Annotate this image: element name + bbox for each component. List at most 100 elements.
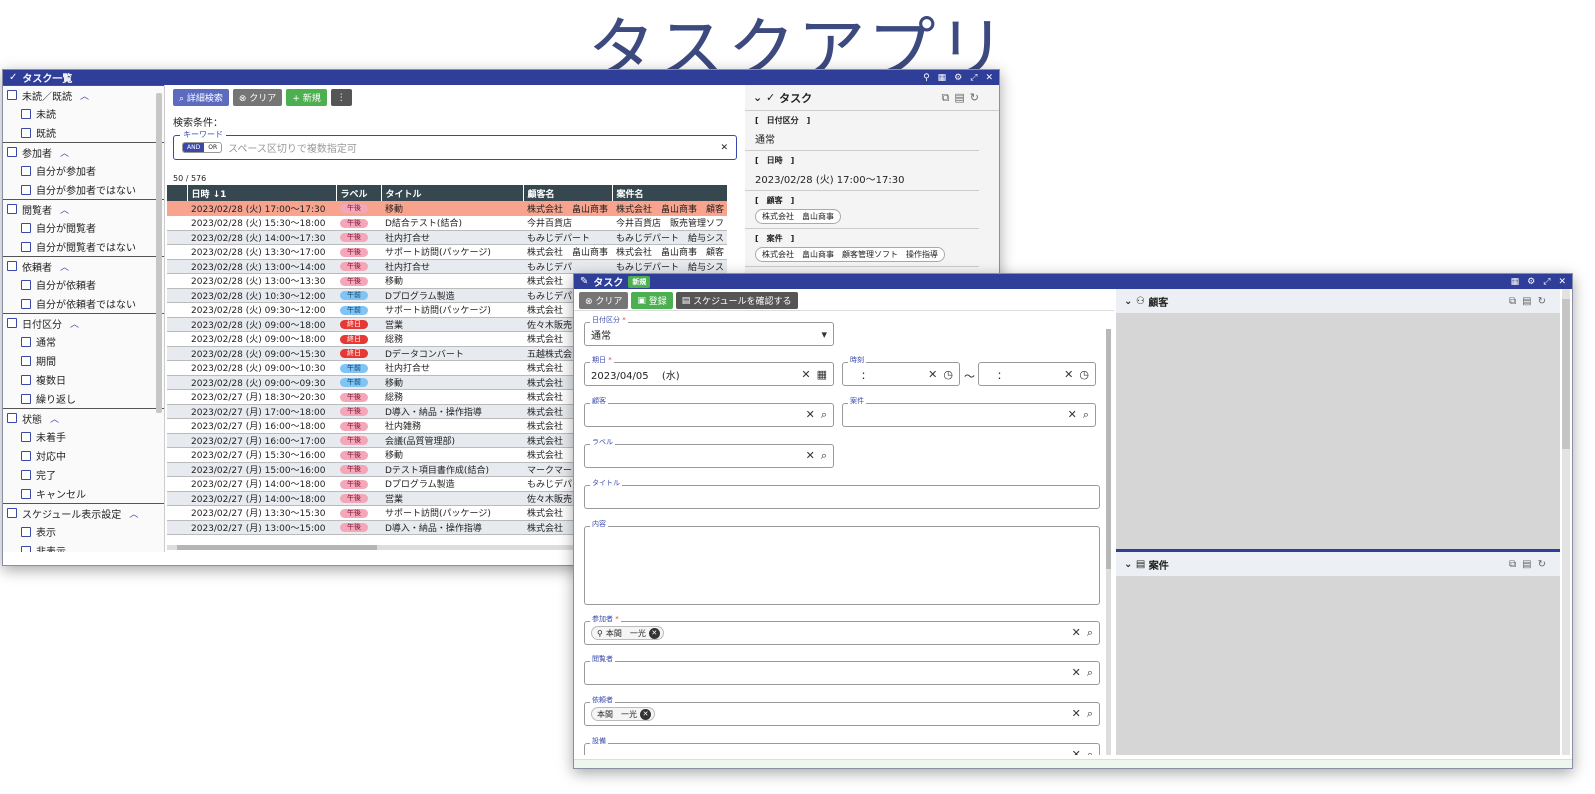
clear-icon[interactable]: ✕ xyxy=(928,368,937,381)
maximize-icon[interactable]: ⤢ xyxy=(1543,277,1550,287)
row-select-cell[interactable] xyxy=(167,215,187,231)
chevron-down-icon[interactable]: ⌄ ⚇ xyxy=(1124,296,1148,307)
participant-chip[interactable]: ⚲ 本間 一光 ✕ xyxy=(591,626,664,640)
filter-item[interactable]: 自分が参加者 xyxy=(3,161,164,180)
filter-item[interactable]: 繰り返し xyxy=(3,389,164,408)
row-select-cell[interactable] xyxy=(167,346,187,361)
filter-item[interactable]: 自分が依頼者 xyxy=(3,275,164,294)
chevron-up-icon[interactable]: ︿ xyxy=(60,260,69,273)
table-row[interactable]: 2023/02/28 (火) 13:00～14:00 午後 社内打合せ もみじデパ もみ… xyxy=(167,259,727,274)
search-icon[interactable]: ⌕ xyxy=(1087,666,1093,680)
sidebar-scrollbar[interactable] xyxy=(156,93,162,413)
search-person-icon[interactable]: ⚲ xyxy=(923,73,930,83)
checkbox[interactable] xyxy=(21,279,31,290)
remove-chip-icon[interactable]: ✕ xyxy=(640,708,651,720)
requester-field[interactable]: 依頼者 本間 一光 ✕ ✕ ⌕ xyxy=(584,695,1100,726)
open-external-icon[interactable]: ⧉ xyxy=(942,91,950,105)
checkbox[interactable] xyxy=(21,545,31,552)
row-select-cell[interactable] xyxy=(167,331,187,347)
checkbox[interactable] xyxy=(7,261,17,271)
checkbox[interactable] xyxy=(21,431,31,442)
content-field[interactable]: 内容 xyxy=(584,519,1100,605)
filter-item[interactable]: 表示 xyxy=(3,522,164,541)
filter-group[interactable]: 依頼者 ︿ xyxy=(3,256,164,275)
checkbox[interactable] xyxy=(21,469,31,480)
comment-icon[interactable]: ▤ xyxy=(1522,296,1531,307)
table-row[interactable]: 2023/02/28 (火) 15:30～18:00 午後 D結合テスト(結合) 今井… xyxy=(167,215,727,231)
equipment-field[interactable]: 設備 ✕ ⌕ xyxy=(584,736,1100,755)
table-row[interactable]: 2023/02/28 (火) 17:00～17:30 午後 移動 株式会社 畠山商事株… xyxy=(167,201,727,216)
row-select-cell[interactable] xyxy=(167,230,187,245)
filter-item[interactable]: 自分が依頼者ではない xyxy=(3,294,164,313)
checkbox[interactable] xyxy=(21,241,31,252)
filter-item[interactable]: 自分が閲覧者ではない xyxy=(3,237,164,256)
refresh-icon[interactable]: ↻ xyxy=(1538,296,1546,307)
filter-group[interactable]: 閲覧者 ︿ xyxy=(3,199,164,218)
gear-icon[interactable]: ⚙ xyxy=(1527,277,1535,287)
customer-field[interactable]: 顧客 ✕ ⌕ xyxy=(584,396,834,427)
filter-item[interactable]: 自分が参加者ではない xyxy=(3,180,164,199)
row-select-cell[interactable] xyxy=(167,476,187,492)
checkbox[interactable] xyxy=(7,318,17,328)
search-icon[interactable]: ⌕ xyxy=(1087,748,1093,755)
clear-keyword-icon[interactable]: ✕ xyxy=(720,143,728,153)
row-select-cell[interactable] xyxy=(167,360,187,376)
clear-icon[interactable]: ✕ xyxy=(1072,707,1081,721)
clear-button[interactable]: ⊗ クリア xyxy=(232,89,283,106)
row-select-cell[interactable] xyxy=(167,288,187,303)
table-row[interactable]: 2023/02/28 (火) 13:30～17:00 午後 サポート訪問(パッケージ… xyxy=(167,244,727,260)
row-select-cell[interactable] xyxy=(167,491,187,506)
save-button[interactable]: ▣ 登録 xyxy=(631,292,673,309)
clear-icon[interactable]: ✕ xyxy=(1072,626,1081,640)
close-icon[interactable]: ✕ xyxy=(985,73,993,83)
checkbox[interactable] xyxy=(21,298,31,309)
row-select-cell[interactable] xyxy=(167,273,187,289)
refresh-icon[interactable]: ↻ xyxy=(1538,559,1546,570)
search-icon[interactable]: ⌕ xyxy=(1083,408,1089,422)
check-schedule-button[interactable]: ▤ スケジュールを確認する xyxy=(675,292,798,309)
filter-item[interactable]: 未着手 xyxy=(3,427,164,446)
filter-group[interactable]: スケジュール表示設定 ︿ xyxy=(3,503,164,522)
checkbox[interactable] xyxy=(21,222,31,233)
row-select-cell[interactable] xyxy=(167,259,187,274)
row-select-cell[interactable] xyxy=(167,375,187,390)
window-scrollbar[interactable] xyxy=(1562,289,1570,755)
checkbox[interactable] xyxy=(21,374,31,385)
search-icon[interactable]: ⌕ xyxy=(1087,707,1093,721)
row-select-cell[interactable] xyxy=(167,447,187,463)
checkbox[interactable] xyxy=(21,355,31,366)
checkbox[interactable] xyxy=(21,127,31,138)
filter-group[interactable]: 状態 ︿ xyxy=(3,408,164,427)
gear-icon[interactable]: ⚙ xyxy=(954,73,962,83)
new-button[interactable]: + 新規 xyxy=(286,89,327,106)
filter-item[interactable]: 完了 xyxy=(3,465,164,484)
requester-chip[interactable]: 本間 一光 ✕ xyxy=(591,707,655,721)
calendar-icon[interactable]: ▦ xyxy=(817,368,827,381)
filter-item[interactable]: 非表示 xyxy=(3,541,164,552)
filter-item[interactable]: 通常 xyxy=(3,332,164,351)
filter-group[interactable]: 参加者 ︿ xyxy=(3,142,164,161)
checkbox[interactable] xyxy=(7,204,17,214)
chevron-up-icon[interactable]: ︿ xyxy=(70,317,79,330)
checkbox[interactable] xyxy=(7,90,17,100)
row-select-cell[interactable] xyxy=(167,201,187,216)
label-field[interactable]: ラベル ✕ ⌕ xyxy=(584,437,834,468)
participant-field[interactable]: 参加者 * ⚲ 本間 一光 ✕ ✕ ⌕ xyxy=(584,614,1100,645)
row-select-cell[interactable] xyxy=(167,244,187,260)
column-header[interactable] xyxy=(167,185,188,201)
comment-icon[interactable]: ▤ xyxy=(954,91,964,105)
row-select-cell[interactable] xyxy=(167,462,187,477)
advanced-search-button[interactable]: ⌕ 詳細検索 xyxy=(173,89,229,106)
checkbox[interactable] xyxy=(21,108,31,119)
chevron-up-icon[interactable]: ︿ xyxy=(50,412,59,425)
keyword-field[interactable]: キーワード AND OR スペース区切りで複数指定可 ✕ xyxy=(173,129,737,160)
checkbox[interactable] xyxy=(21,336,31,347)
filter-item[interactable]: 自分が閲覧者 xyxy=(3,218,164,237)
checkbox[interactable] xyxy=(21,184,31,195)
clear-button[interactable]: ⊗ クリア xyxy=(579,292,629,309)
clock-icon[interactable]: ◷ xyxy=(943,368,953,381)
clear-icon[interactable]: ✕ xyxy=(1064,368,1073,381)
comment-icon[interactable]: ▤ xyxy=(1522,559,1531,570)
clock-icon[interactable]: ◷ xyxy=(1079,368,1089,381)
refresh-icon[interactable]: ↻ xyxy=(970,91,979,105)
